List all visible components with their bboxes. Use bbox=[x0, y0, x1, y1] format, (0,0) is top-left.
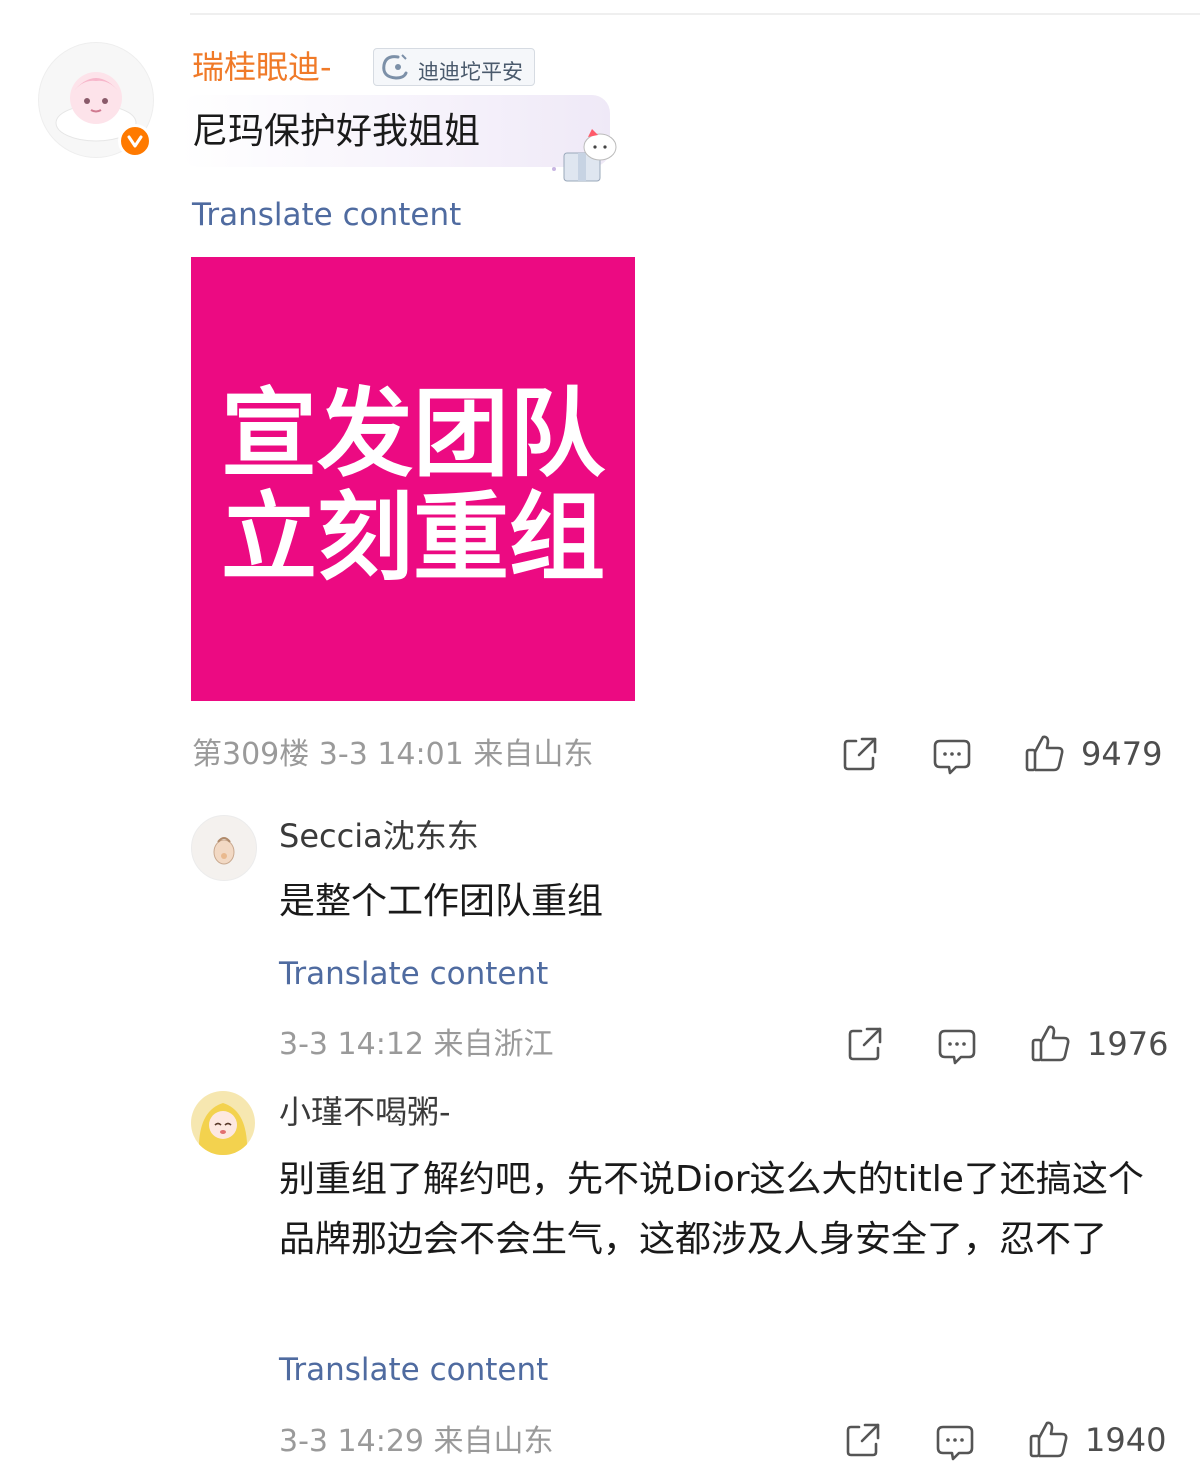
fan-badge-label: 迪迪坨平安 bbox=[418, 60, 523, 84]
fan-badge[interactable]: 迪迪坨平安 bbox=[373, 48, 535, 86]
image-text-line: 立刻重组 bbox=[221, 482, 605, 594]
translate-link[interactable]: Translate content bbox=[279, 959, 548, 990]
share-icon[interactable] bbox=[845, 1024, 885, 1068]
username[interactable]: 小瑾不喝粥- bbox=[279, 1096, 451, 1128]
like-icon[interactable] bbox=[1028, 1418, 1070, 1464]
comment-text: 尼玛保护好我姐姐 bbox=[192, 111, 481, 152]
fan-badge-icon bbox=[376, 51, 412, 87]
like-count: 9479 bbox=[1081, 735, 1163, 773]
share-icon[interactable] bbox=[840, 734, 880, 778]
comment-image[interactable]: 宣发团队 立刻重组 bbox=[191, 257, 635, 701]
comment-meta: 3-3 14:29 来自山东 bbox=[279, 1424, 554, 1459]
comment-icon[interactable] bbox=[932, 736, 972, 780]
share-icon[interactable] bbox=[843, 1420, 883, 1464]
comment-meta: 第309楼 3-3 14:01 来自山东 bbox=[192, 737, 594, 772]
like-count: 1976 bbox=[1087, 1025, 1169, 1063]
like-count: 1940 bbox=[1085, 1421, 1167, 1459]
cat-gift-icon bbox=[548, 125, 628, 189]
translate-link[interactable]: Translate content bbox=[192, 200, 461, 231]
image-text-line: 宣发团队 bbox=[221, 378, 605, 490]
comment-meta: 3-3 14:12 来自浙江 bbox=[279, 1027, 554, 1062]
username[interactable]: Seccia沈东东 bbox=[279, 820, 479, 852]
like-icon[interactable] bbox=[1024, 732, 1066, 778]
verified-icon bbox=[118, 124, 152, 158]
comment-icon[interactable] bbox=[937, 1026, 977, 1070]
avatar[interactable] bbox=[191, 1091, 255, 1155]
avatar[interactable] bbox=[191, 815, 257, 881]
divider bbox=[190, 13, 1200, 15]
username[interactable]: 瑞桂眠迪- bbox=[192, 51, 332, 83]
comment-text: 别重组了解约吧，先不说Dior这么大的title了还搞这个品牌那边会不会生气，这… bbox=[279, 1159, 1144, 1260]
comment-icon[interactable] bbox=[935, 1422, 975, 1466]
like-icon[interactable] bbox=[1030, 1022, 1072, 1068]
comment-text: 是整个工作团队重组 bbox=[279, 881, 604, 922]
translate-link[interactable]: Translate content bbox=[279, 1355, 548, 1386]
